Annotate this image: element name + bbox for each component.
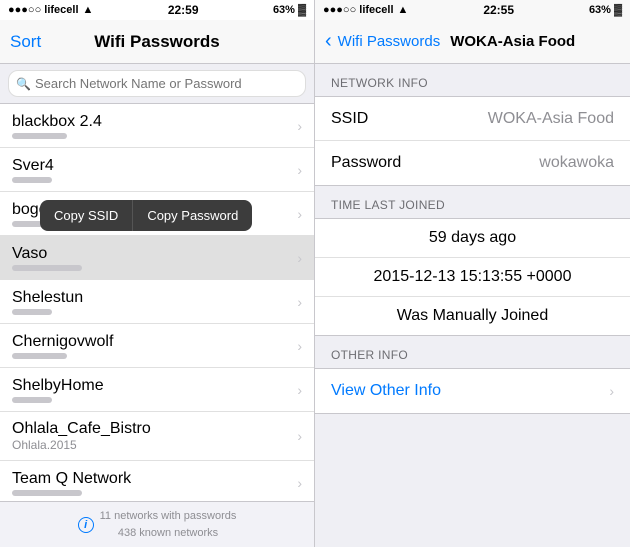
- time-right: 22:55: [483, 3, 514, 17]
- ssid-label: SSID: [331, 110, 368, 128]
- status-left: ●●●○○ lifecell ▲: [8, 4, 93, 16]
- network-name: Vaso: [12, 245, 82, 263]
- back-arrow-icon: ‹: [325, 30, 332, 53]
- password-dots: [12, 265, 82, 271]
- timestamp: 2015-12-13 15:13:55 +0000: [315, 258, 630, 297]
- network-name: Sver4: [12, 157, 54, 175]
- sort-button[interactable]: Sort: [10, 32, 41, 52]
- right-panel: ●●●○○ lifecell ▲ 22:55 63% ▓ ‹ Wifi Pass…: [315, 0, 630, 547]
- join-type: Was Manually Joined: [315, 297, 630, 335]
- network-name: Ohlala_Cafe_Bistro: [12, 420, 151, 438]
- network-list: blackbox 2.4 › Sver4 › bogda › Copy SSID…: [0, 104, 314, 501]
- carrier-right: ●●●○○ lifecell: [323, 4, 394, 16]
- wifi-icon-left: ▲: [83, 4, 94, 16]
- password-value: wokawoka: [539, 154, 614, 172]
- network-sub: Ohlala.2015: [12, 438, 151, 452]
- battery-percent-right: 63%: [589, 4, 611, 16]
- page-title-left: Wifi Passwords: [94, 32, 220, 52]
- time-left: 22:59: [168, 3, 199, 17]
- password-dots: [12, 133, 67, 139]
- list-item[interactable]: bogda › Copy SSID Copy Password: [0, 192, 314, 236]
- search-icon: 🔍: [16, 77, 31, 91]
- password-dots: [12, 353, 67, 359]
- known-networks-count: 438 known networks: [100, 525, 237, 542]
- nav-bar-left: Sort Wifi Passwords: [0, 20, 314, 64]
- list-item[interactable]: Chernigovwolf ›: [0, 324, 314, 368]
- page-title-right: WOKA-Asia Food: [450, 33, 575, 50]
- battery-icon-left: ▓: [298, 4, 306, 16]
- status-right-battery: 63% ▓: [589, 4, 622, 16]
- password-dots: [12, 309, 52, 315]
- chevron-icon: ›: [297, 118, 302, 134]
- password-dots: [12, 397, 52, 403]
- chevron-icon: ›: [297, 294, 302, 310]
- networks-count: 11 networks with passwords: [100, 508, 237, 525]
- nav-bar-right: ‹ Wifi Passwords WOKA-Asia Food: [315, 20, 630, 64]
- network-info-header: NETWORK INFO: [315, 64, 630, 96]
- status-right-left: 63% ▓: [273, 4, 306, 16]
- network-name: Chernigovwolf: [12, 333, 113, 351]
- network-name: Team Q Network: [12, 470, 131, 488]
- ssid-row: SSID WOKA-Asia Food: [315, 97, 630, 141]
- status-bar-right: ●●●○○ lifecell ▲ 22:55 63% ▓: [315, 0, 630, 20]
- list-item[interactable]: Vaso ›: [0, 236, 314, 280]
- search-input[interactable]: [8, 70, 306, 97]
- info-icon: i: [78, 517, 94, 533]
- password-label: Password: [331, 154, 401, 172]
- chevron-icon: ›: [297, 338, 302, 354]
- status-bar-left: ●●●○○ lifecell ▲ 22:59 63% ▓: [0, 0, 314, 20]
- password-dots: [12, 490, 82, 496]
- back-button[interactable]: Wifi Passwords: [338, 33, 441, 50]
- chevron-icon: ›: [297, 382, 302, 398]
- other-info-header: OTHER INFO: [315, 336, 630, 368]
- password-row: Password wokawoka: [315, 141, 630, 185]
- battery-percent-left: 63%: [273, 4, 295, 16]
- chevron-icon: ›: [297, 206, 302, 222]
- wifi-icon-right: ▲: [398, 4, 409, 16]
- list-item[interactable]: blackbox 2.4 ›: [0, 104, 314, 148]
- view-other-info-label: View Other Info: [331, 382, 441, 400]
- list-item[interactable]: ShelbyHome ›: [0, 368, 314, 412]
- copy-password-button[interactable]: Copy Password: [133, 200, 252, 231]
- chevron-icon: ›: [297, 475, 302, 491]
- days-ago: 59 days ago: [315, 219, 630, 258]
- other-info-section: View Other Info ›: [315, 368, 630, 414]
- time-last-joined-header: TIME LAST JOINED: [315, 186, 630, 218]
- list-item[interactable]: Ohlala_Cafe_Bistro Ohlala.2015 ›: [0, 412, 314, 461]
- password-dots: [12, 177, 52, 183]
- list-item[interactable]: Sver4 ›: [0, 148, 314, 192]
- carrier-left: ●●●○○ lifecell: [8, 4, 79, 16]
- context-menu: Copy SSID Copy Password: [40, 200, 252, 231]
- list-item[interactable]: Shelestun ›: [0, 280, 314, 324]
- ssid-value: WOKA-Asia Food: [488, 110, 614, 128]
- list-footer: i 11 networks with passwords 438 known n…: [0, 501, 314, 547]
- list-item[interactable]: Team Q Network ›: [0, 461, 314, 501]
- chevron-icon: ›: [297, 250, 302, 266]
- battery-icon-right: ▓: [614, 4, 622, 16]
- chevron-icon: ›: [297, 428, 302, 444]
- view-other-info-row[interactable]: View Other Info ›: [315, 369, 630, 413]
- chevron-icon: ›: [609, 383, 614, 399]
- search-bar: 🔍: [0, 64, 314, 104]
- network-name: ShelbyHome: [12, 377, 104, 395]
- network-name: Shelestun: [12, 289, 83, 307]
- status-right-carrier: ●●●○○ lifecell ▲: [323, 4, 408, 16]
- network-name: blackbox 2.4: [12, 113, 102, 131]
- left-panel: ●●●○○ lifecell ▲ 22:59 63% ▓ Sort Wifi P…: [0, 0, 315, 547]
- copy-ssid-button[interactable]: Copy SSID: [40, 200, 133, 231]
- network-info-section: SSID WOKA-Asia Food Password wokawoka: [315, 96, 630, 186]
- detail-content: NETWORK INFO SSID WOKA-Asia Food Passwor…: [315, 64, 630, 547]
- time-section: 59 days ago 2015-12-13 15:13:55 +0000 Wa…: [315, 218, 630, 336]
- chevron-icon: ›: [297, 162, 302, 178]
